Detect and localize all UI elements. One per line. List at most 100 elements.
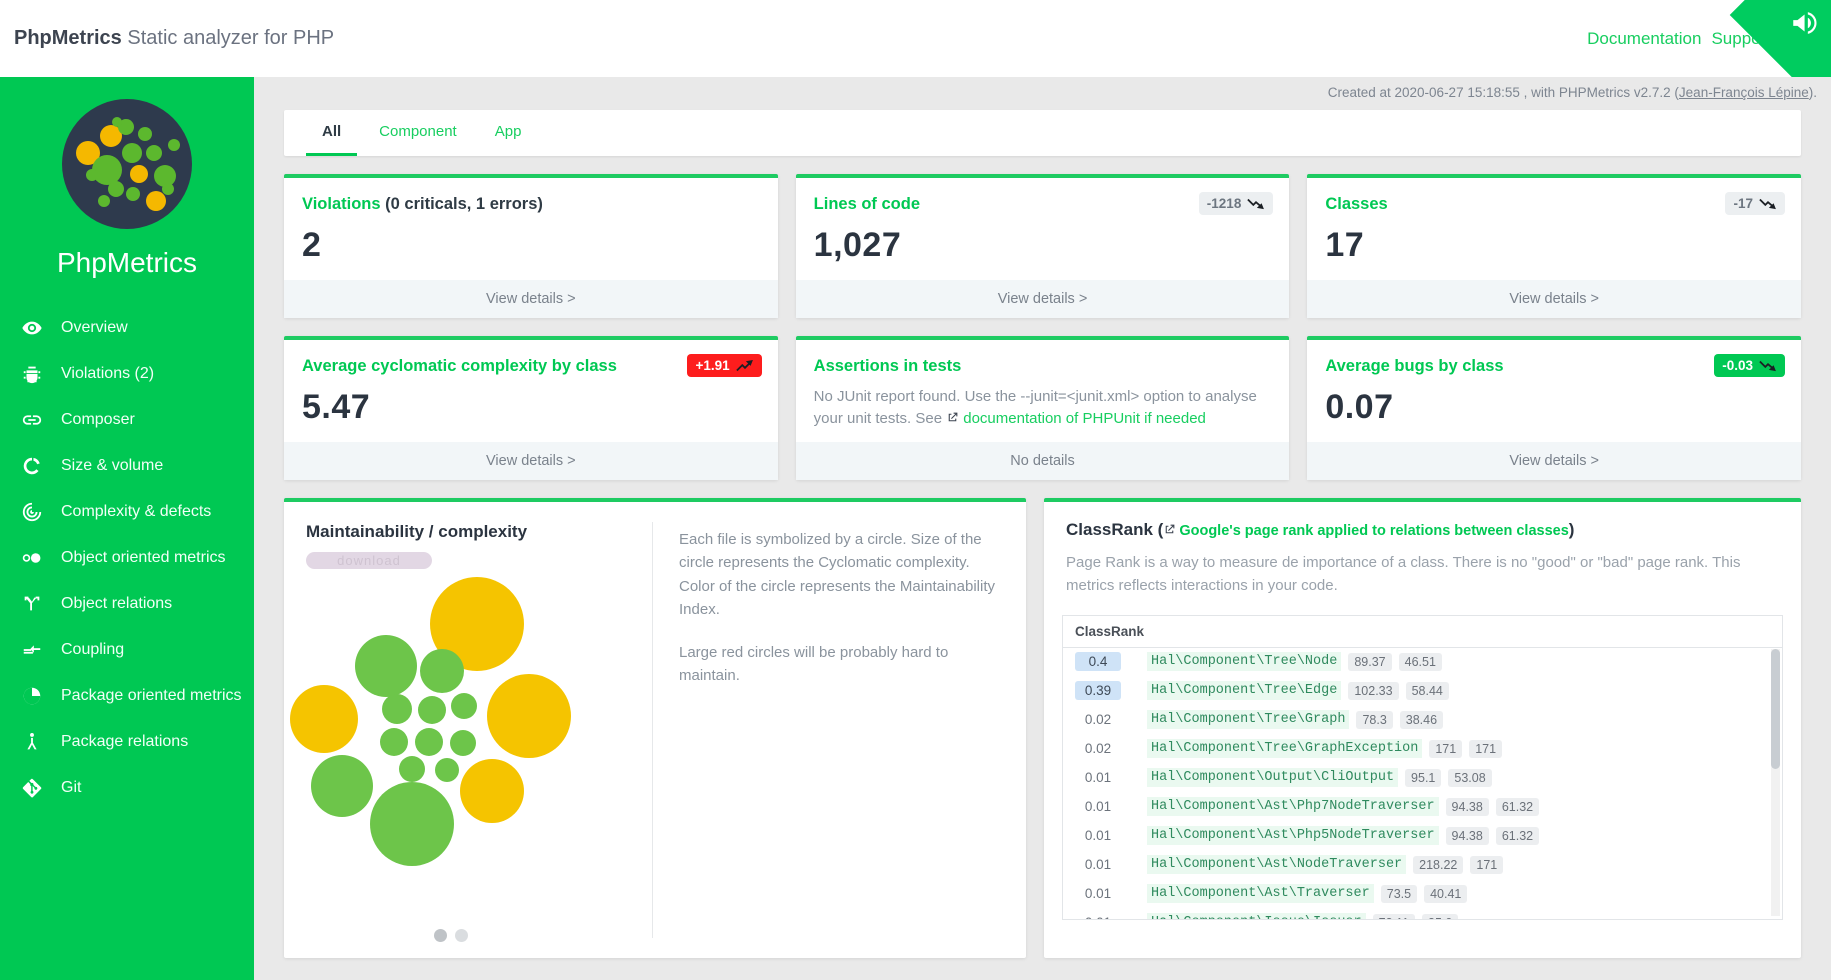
view-details-link[interactable]: View details >	[284, 280, 778, 318]
card-violations: Violations (0 criticals, 1 errors) 2 Vie…	[284, 174, 778, 318]
sidebar-item-label: Git	[61, 779, 82, 796]
trend-down-icon	[1759, 198, 1776, 209]
bubble-point[interactable]	[435, 758, 459, 782]
created-suffix: ).	[1808, 85, 1817, 100]
table-row[interactable]: 0.01 Hal\Component\Ast\Php7NodeTraverser 9…	[1063, 792, 1782, 821]
metric-chip-2: 171	[1470, 855, 1504, 874]
card-note: No JUnit report found. Use the --junit=<…	[814, 386, 1272, 430]
pagerank-info-link[interactable]: Google's page rank applied to relations …	[1179, 523, 1568, 539]
class-name-link[interactable]: Hal\Component\Tree\Edge	[1147, 681, 1342, 700]
bubble-point[interactable]	[450, 730, 476, 756]
table-row[interactable]: 0.01 Hal\Component\Output\CliOutput 95.1 53…	[1063, 763, 1782, 792]
sidebar-item-violations[interactable]: Violations (2)	[0, 351, 254, 397]
card-body: Average cyclomatic complexity by class +…	[284, 340, 778, 442]
person-icon	[20, 730, 44, 754]
sidebar-item-coupling[interactable]: Coupling	[0, 627, 254, 673]
bubble-point[interactable]	[420, 649, 464, 693]
bubble-point[interactable]	[451, 693, 477, 719]
view-details-link[interactable]: View details >	[1307, 280, 1801, 318]
table-row[interactable]: 0.01 Hal\Component\Issue\Issuer 72.11 35.0	[1063, 908, 1782, 919]
class-name-link[interactable]: Hal\Component\Tree\Graph	[1147, 710, 1350, 729]
classrank-value: 0.02	[1084, 712, 1112, 727]
trend-down-icon	[1247, 198, 1265, 209]
class-name-link[interactable]: Hal\Component\Output\CliOutput	[1147, 768, 1399, 787]
card-title: Violations (0 criticals, 1 errors)	[302, 195, 670, 214]
metric-chip-2: 61.32	[1495, 797, 1540, 816]
bubble-point[interactable]	[355, 635, 417, 697]
card-average-bugs-by-class: Average bugs by class -0.03 0.07 View de…	[1307, 336, 1801, 480]
bubble-point[interactable]	[311, 755, 373, 817]
trend-badge: -0.03	[1714, 354, 1785, 377]
classrank-value: 0.01	[1084, 857, 1112, 872]
metric-chip-1: 89.37	[1348, 652, 1392, 671]
panel-classrank: ClassRank ( Google's page rank applied to…	[1044, 498, 1801, 958]
bubble-point[interactable]	[418, 696, 446, 724]
class-name-link[interactable]: Hal\Component\Issue\Issuer	[1147, 913, 1366, 919]
bubble-point[interactable]	[415, 728, 443, 756]
megaphone-icon[interactable]	[1789, 6, 1823, 40]
sidebar-item-label: Coupling	[61, 641, 125, 658]
panel-inner: Maintainability / complexity download Ea…	[284, 502, 1026, 958]
tab-all[interactable]: All	[306, 110, 358, 156]
sidebar-item-label: Violations (2)	[61, 365, 155, 382]
sidebar-item-size-volume[interactable]: Size & volume	[0, 443, 254, 489]
trend-badge: -17	[1725, 192, 1785, 215]
class-name-link[interactable]: Hal\Component\Tree\GraphException	[1147, 739, 1423, 758]
classrank-scrollbar[interactable]	[1771, 649, 1780, 916]
bubble-point[interactable]	[290, 685, 358, 753]
bubble-point[interactable]	[460, 759, 524, 823]
class-name-link[interactable]: Hal\Component\Ast\Php7NodeTraverser	[1147, 797, 1439, 816]
sidebar-item-overview[interactable]: Overview	[0, 305, 254, 351]
classrank-value: 0.01	[1084, 799, 1112, 814]
table-row[interactable]: 0.01 Hal\Component\Ast\Php5NodeTraverser 9…	[1063, 821, 1782, 850]
sidebar-item-object-oriented-metrics[interactable]: Object oriented metrics	[0, 535, 254, 581]
classrank-column-header: ClassRank	[1063, 616, 1782, 648]
table-row[interactable]: 0.39 Hal\Component\Tree\Edge 102.33 58.44	[1063, 676, 1782, 705]
class-name-link[interactable]: Hal\Component\Ast\NodeTraverser	[1147, 855, 1407, 874]
tab-component[interactable]: Component	[363, 110, 473, 156]
class-name-link[interactable]: Hal\Component\Ast\Traverser	[1147, 884, 1374, 903]
metric-chip-2: 38.46	[1399, 710, 1444, 729]
sidebar-item-package-oriented-metrics[interactable]: Package oriented metrics	[0, 673, 254, 719]
scrollbar-thumb[interactable]	[1771, 649, 1780, 769]
paren-open: (	[1152, 520, 1164, 539]
bubble-point[interactable]	[487, 674, 571, 758]
bubble-point[interactable]	[370, 782, 454, 866]
classrank-title: ClassRank (Google's page rank applied to…	[1066, 520, 1779, 540]
sidebar-item-complexity-defects[interactable]: Complexity & defects	[0, 489, 254, 535]
pie-slice-icon	[20, 684, 44, 708]
table-row[interactable]: 0.02 Hal\Component\Tree\GraphException 171…	[1063, 734, 1782, 763]
bubble-chart[interactable]	[284, 554, 652, 904]
sidebar-item-composer[interactable]: Composer	[0, 397, 254, 443]
pagination-dot-2[interactable]	[455, 929, 468, 942]
sidebar-item-object-relations[interactable]: Object relations	[0, 581, 254, 627]
bubble-point[interactable]	[399, 756, 425, 782]
class-name-link[interactable]: Hal\Component\Ast\Php5NodeTraverser	[1147, 826, 1439, 845]
table-row[interactable]: 0.02 Hal\Component\Tree\Graph 78.3 38.46	[1063, 705, 1782, 734]
trend-badge: -1218	[1198, 192, 1274, 215]
card-title-main: Violations	[302, 195, 381, 213]
tab-app[interactable]: App	[479, 110, 538, 156]
table-row[interactable]: 0.01 Hal\Component\Ast\Traverser 73.5 40.41	[1063, 879, 1782, 908]
table-row[interactable]: 0.01 Hal\Component\Ast\NodeTraverser 218.2…	[1063, 850, 1782, 879]
card-assertions-in-tests: Assertions in tests No JUnit report foun…	[795, 336, 1290, 480]
no-details-label: No details	[795, 442, 1290, 480]
class-name-link[interactable]: Hal\Component\Tree\Node	[1147, 652, 1342, 671]
bubble-point[interactable]	[380, 728, 408, 756]
phpunit-doc-link[interactable]: documentation of PHPUnit if needed	[963, 410, 1206, 427]
bubble-point[interactable]	[382, 694, 412, 724]
pagination-dot-1[interactable]	[434, 929, 447, 942]
view-details-link[interactable]: View details >	[1307, 442, 1801, 480]
sidebar-item-git[interactable]: Git	[0, 765, 254, 811]
trend-value: -1218	[1206, 196, 1242, 211]
brand-name: PhpMetrics	[14, 27, 122, 49]
metric-chip-2: 61.32	[1495, 826, 1540, 845]
view-details-link[interactable]: View details >	[795, 280, 1290, 318]
sidebar-item-package-relations[interactable]: Package relations	[0, 719, 254, 765]
documentation-link[interactable]: Documentation	[1587, 29, 1701, 49]
card-title: Assertions in tests	[813, 357, 962, 375]
author-link[interactable]: Jean-François Lépine	[1679, 85, 1809, 100]
sidebar: PhpMetrics Overview Violations (2) Compo…	[0, 77, 254, 980]
table-row[interactable]: 0.4 Hal\Component\Tree\Node 89.37 46.51	[1063, 647, 1782, 676]
view-details-link[interactable]: View details >	[284, 442, 778, 480]
